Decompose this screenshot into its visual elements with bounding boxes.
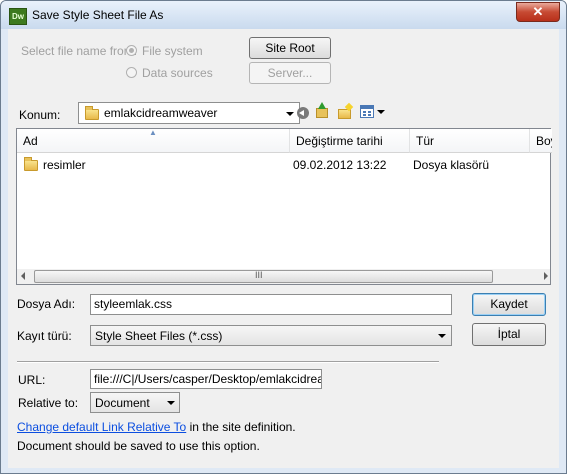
file-list[interactable]: Ad ▲ Değiştirme tarihi Tür Boy resimler … xyxy=(16,128,552,284)
cancel-button[interactable]: İptal xyxy=(472,323,546,346)
column-header-name[interactable]: Ad ▲ xyxy=(17,128,290,153)
list-item-type: Dosya klasörü xyxy=(413,158,490,172)
url-label: URL: xyxy=(18,373,46,387)
scroll-left-icon[interactable] xyxy=(21,272,25,280)
save-button[interactable]: Kaydet xyxy=(472,293,546,316)
data-sources-label: Data sources xyxy=(142,66,213,80)
change-default-link-relative-link[interactable]: Change default Link Relative To xyxy=(17,420,186,434)
folder-icon xyxy=(85,106,99,120)
sort-ascending-icon: ▲ xyxy=(149,128,157,137)
scroll-grip: III xyxy=(255,270,263,280)
view-menu-chevron-icon[interactable] xyxy=(377,110,385,114)
site-root-button[interactable]: Site Root xyxy=(249,37,331,59)
location-folder-name: emlakcidreamweaver xyxy=(104,106,218,120)
horizontal-scrollbar[interactable]: III xyxy=(16,269,551,285)
up-folder-icon[interactable] xyxy=(314,102,330,120)
relative-to-label: Relative to: xyxy=(18,396,79,410)
list-item-modified: 09.02.2012 13:22 xyxy=(293,158,387,172)
column-header-name-label: Ad xyxy=(23,134,38,148)
chevron-down-icon xyxy=(286,112,294,116)
window-title: Save Style Sheet File As xyxy=(32,8,164,22)
file-type-select[interactable]: Style Sheet Files (*.css) xyxy=(90,325,452,346)
folder-icon xyxy=(24,157,38,171)
file-system-label: File system xyxy=(142,44,203,58)
save-note: Document should be saved to use this opt… xyxy=(17,439,260,453)
dialog-body: Select file name from: File system Data … xyxy=(8,29,559,468)
location-label: Konum: xyxy=(19,108,61,122)
relative-to-value: Document xyxy=(95,396,150,410)
server-button[interactable]: Server... xyxy=(249,62,331,84)
data-sources-radio[interactable] xyxy=(126,67,137,78)
view-menu-icon[interactable] xyxy=(360,105,374,118)
relative-to-select[interactable]: Document xyxy=(90,392,180,413)
file-name-label: Dosya Adı: xyxy=(17,297,76,311)
close-button[interactable]: ✕ xyxy=(516,2,560,22)
scroll-right-icon[interactable] xyxy=(544,272,548,280)
file-type-label: Kayıt türü: xyxy=(17,329,72,343)
chevron-down-icon xyxy=(438,334,446,338)
title-bar[interactable]: Dw Save Style Sheet File As ✕ xyxy=(1,1,566,29)
separator xyxy=(17,361,439,363)
save-dialog-window: Dw Save Style Sheet File As ✕ Select fil… xyxy=(0,0,567,474)
list-item-name: resimler xyxy=(43,158,86,172)
column-header-type[interactable]: Tür xyxy=(410,129,530,153)
list-item[interactable]: resimler 09.02.2012 13:22 Dosya klasörü xyxy=(17,154,550,172)
dreamweaver-app-icon: Dw xyxy=(9,8,27,25)
back-icon[interactable] xyxy=(297,107,309,119)
url-field[interactable]: file:///C|/Users/casper/Desktop/emlakcid… xyxy=(90,369,322,389)
new-folder-icon[interactable] xyxy=(337,102,354,120)
column-header-modified[interactable]: Değiştirme tarihi xyxy=(290,129,410,153)
file-system-radio[interactable] xyxy=(126,45,137,56)
chevron-down-icon xyxy=(167,401,175,405)
column-header-size[interactable]: Boy xyxy=(530,129,552,153)
link-relative-note-suffix: in the site definition. xyxy=(186,420,296,434)
scroll-thumb[interactable]: III xyxy=(34,270,493,283)
location-combo[interactable]: emlakcidreamweaver xyxy=(78,102,300,124)
select-from-label: Select file name from: xyxy=(21,44,138,58)
link-relative-note: Change default Link Relative To in the s… xyxy=(17,420,296,434)
file-type-value: Style Sheet Files (*.css) xyxy=(95,329,223,343)
file-name-input[interactable]: styleemlak.css xyxy=(90,294,452,315)
